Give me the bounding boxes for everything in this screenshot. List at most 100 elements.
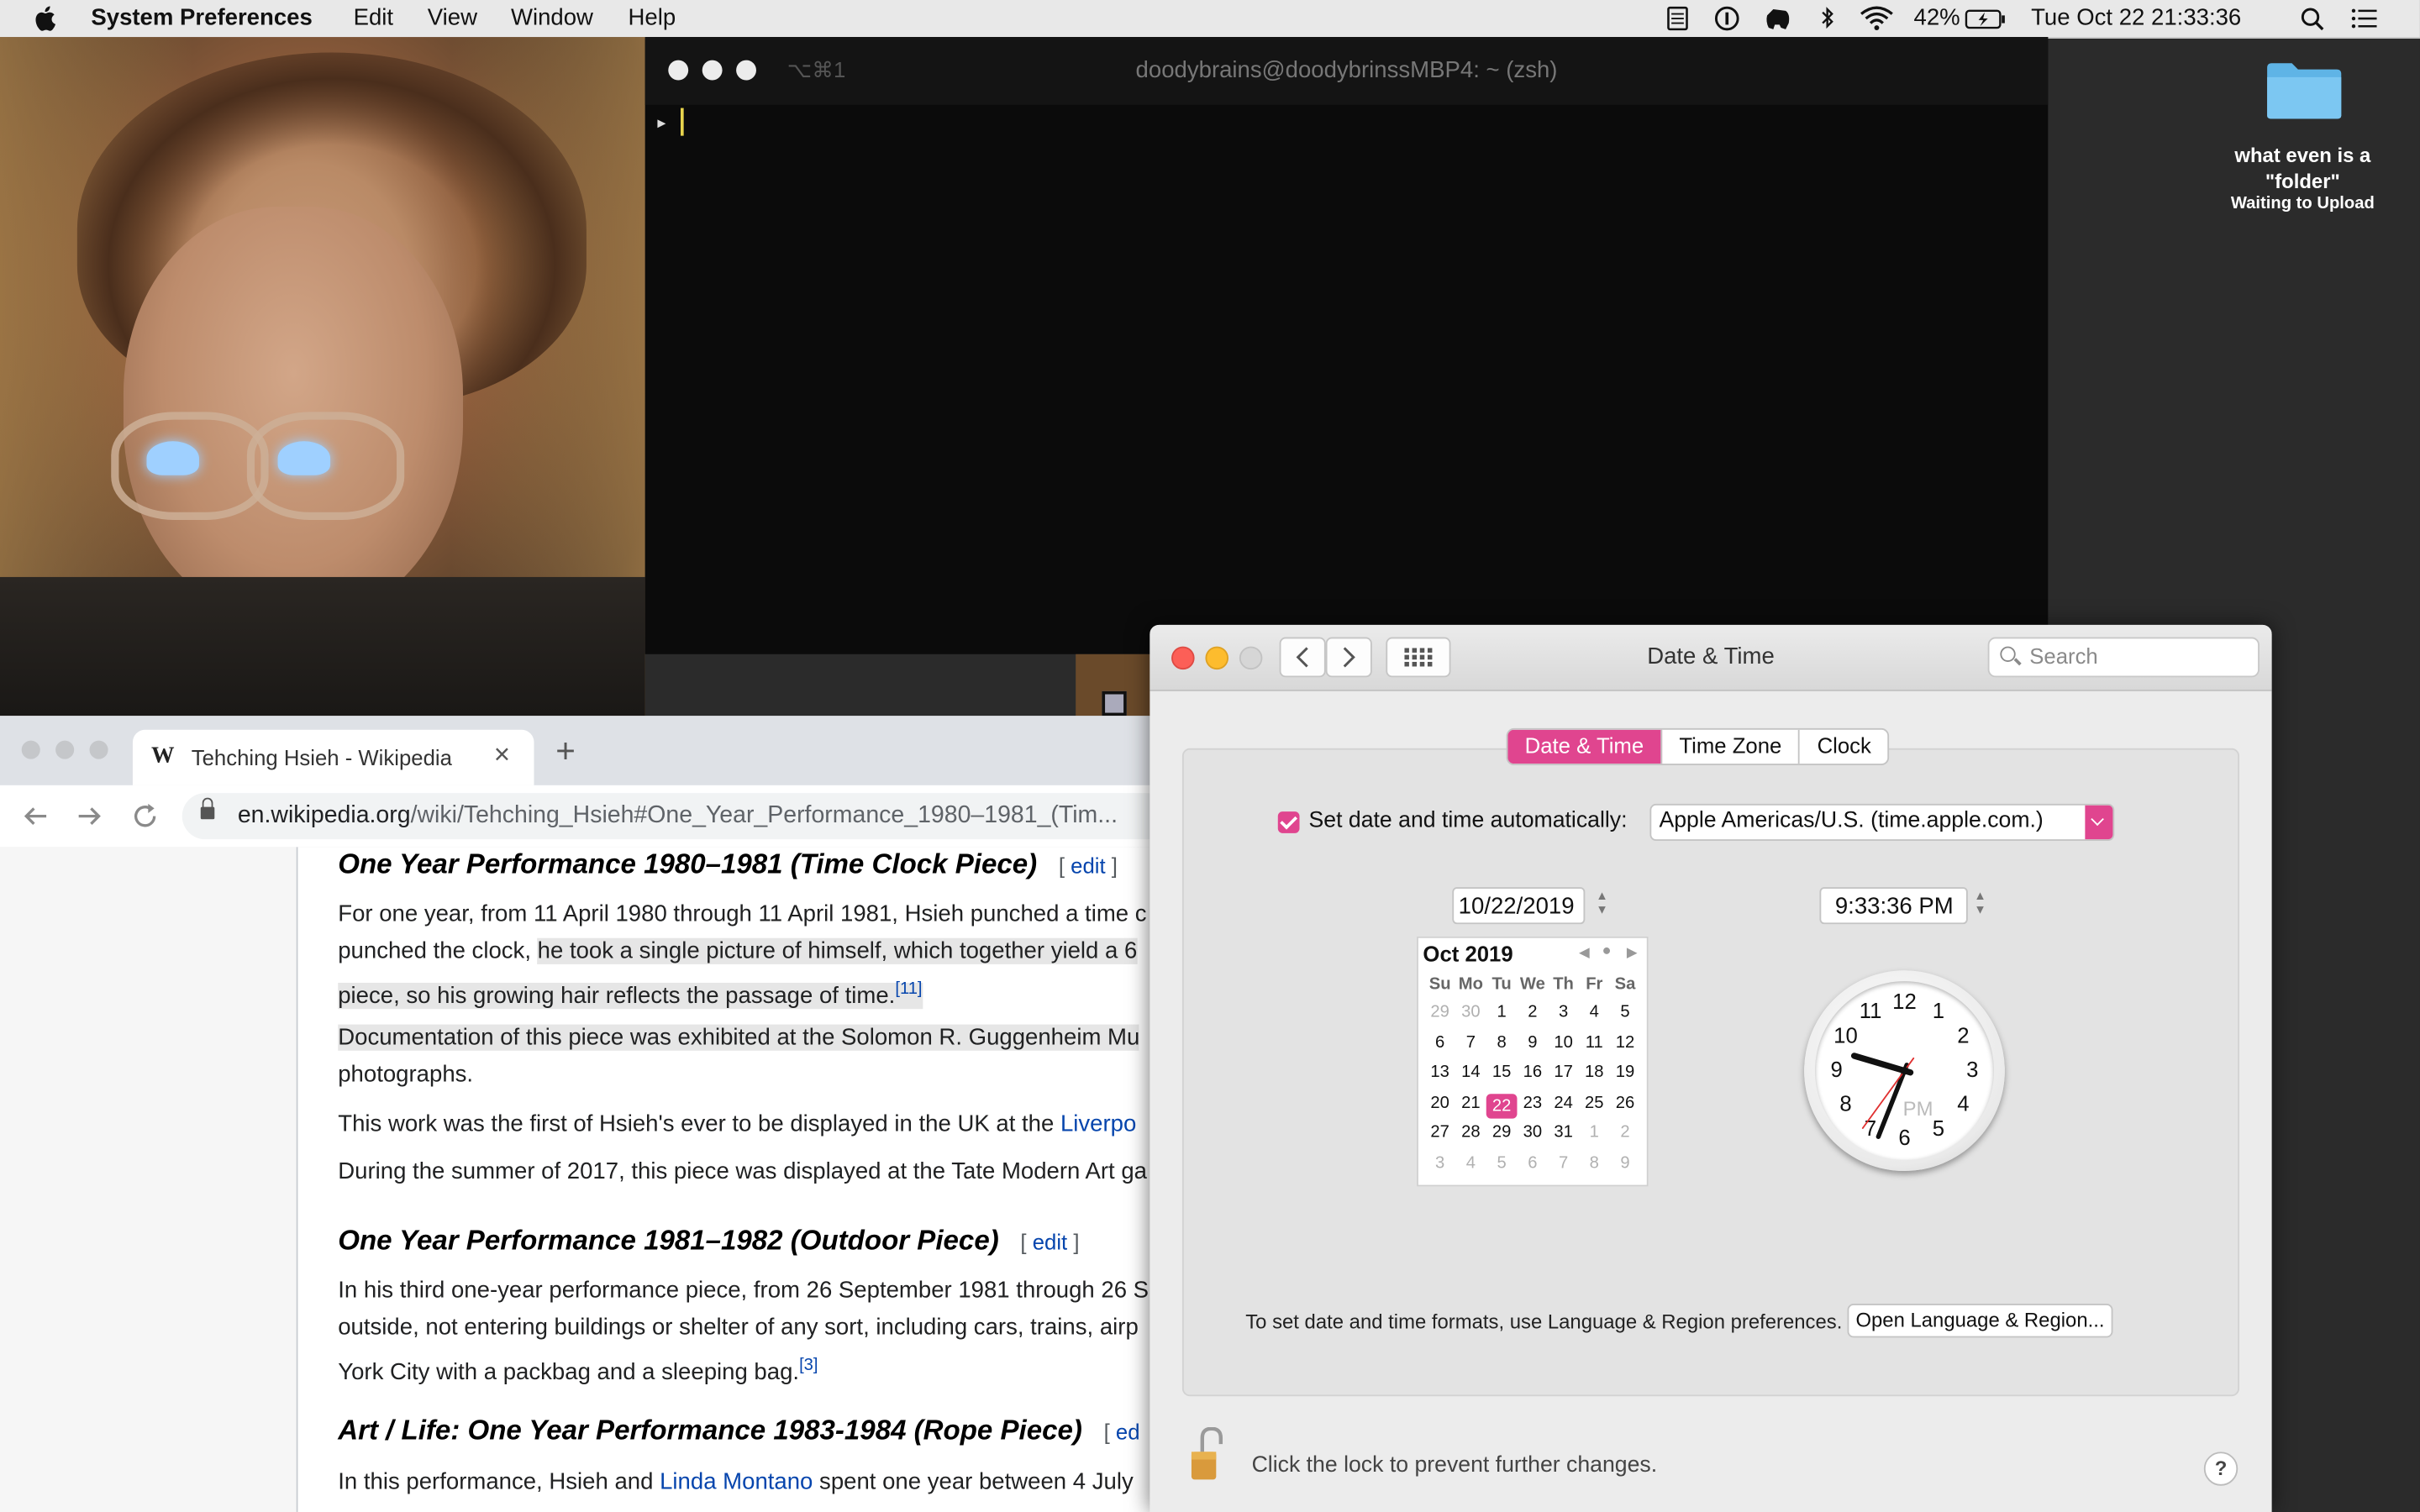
reload-icon[interactable] <box>131 802 159 830</box>
evernote-elephant-icon[interactable] <box>1764 6 1791 30</box>
forward-arrow-icon[interactable] <box>76 802 103 830</box>
calendar-day[interactable]: 23 <box>1517 1093 1548 1111</box>
tab-clock[interactable]: Clock <box>1800 730 1888 764</box>
auto-time-checkbox[interactable] <box>1277 811 1300 833</box>
help-button[interactable]: ? <box>2203 1452 2238 1486</box>
terminal-window[interactable]: ⌥⌘1 doodybrains@doodybrinssMBP4: ~ (zsh)… <box>644 37 2049 654</box>
liverpool-link[interactable]: Liverpo <box>1060 1110 1136 1137</box>
edit-link[interactable]: ed <box>1116 1420 1140 1444</box>
calendar-day[interactable]: 25 <box>1579 1093 1610 1111</box>
browser-zoom-button[interactable] <box>89 740 108 759</box>
folder-icon[interactable] <box>2265 59 2343 120</box>
apple-menu-icon[interactable] <box>34 5 58 33</box>
auto-time-label[interactable]: Set date and time automatically: <box>1309 808 1628 832</box>
calendar-day[interactable]: 28 <box>1455 1123 1486 1142</box>
open-language-region-button[interactable]: Open Language & Region... <box>1847 1304 2113 1338</box>
browser-minimize-button[interactable] <box>55 740 75 759</box>
calendar-day[interactable]: 5 <box>1486 1153 1518 1172</box>
calendar-day[interactable]: 3 <box>1424 1153 1455 1172</box>
calendar-day[interactable]: 15 <box>1486 1063 1518 1081</box>
tab-close-icon[interactable]: × <box>494 739 510 772</box>
edit-link[interactable]: edit <box>1071 853 1105 878</box>
edit-section-link[interactable]: [ edit ] <box>1020 1230 1079 1254</box>
calendar-day[interactable]: 14 <box>1455 1063 1486 1081</box>
new-tab-button[interactable]: + <box>555 732 576 772</box>
menu-edit[interactable]: Edit <box>354 5 393 31</box>
wifi-icon[interactable] <box>1860 6 1893 30</box>
date-stepper-icon[interactable]: ▲ ▼ <box>1594 889 1609 920</box>
sysprefs-search-field[interactable]: Search <box>1987 637 2260 678</box>
linda-montano-link[interactable]: Linda Montano <box>660 1469 813 1495</box>
calendar-day[interactable]: 1 <box>1486 1003 1518 1021</box>
battery-charging-icon[interactable] <box>1965 6 2007 30</box>
calendar-day[interactable]: 21 <box>1455 1093 1486 1111</box>
calendar-day[interactable]: 6 <box>1517 1153 1548 1172</box>
calendar[interactable]: Oct 2019 ◀ ● ▶ Su Mo Tu We Th Fr Sa 29 30 1 2 3 4 5 6 7… <box>1417 936 1649 1187</box>
date-field[interactable]: 10/22/2019 <box>1452 887 1586 925</box>
calendar-day[interactable]: 16 <box>1517 1063 1548 1081</box>
background-window-thumbnail[interactable] <box>1076 654 1154 717</box>
back-arrow-icon[interactable] <box>22 802 50 830</box>
menubar-clock[interactable]: Tue Oct 22 21:33:36 <box>2031 5 2241 31</box>
calendar-day[interactable]: 5 <box>1610 1003 1641 1021</box>
calendar-day[interactable]: 3 <box>1548 1003 1579 1021</box>
calendar-day[interactable]: 20 <box>1424 1093 1455 1111</box>
calendar-day[interactable]: 18 <box>1579 1063 1610 1081</box>
calendar-day[interactable]: 27 <box>1424 1123 1455 1142</box>
system-preferences-window[interactable]: Date & Time Search Date & Time Time Zone… <box>1150 624 2272 1512</box>
terminal-title-bar[interactable]: ⌥⌘1 doodybrains@doodybrinssMBP4: ~ (zsh) <box>644 37 2049 105</box>
time-stepper-icon[interactable]: ▲ ▼ <box>1972 889 1987 920</box>
calendar-day[interactable]: 1 <box>1579 1123 1610 1142</box>
calendar-day[interactable]: 9 <box>1610 1153 1641 1172</box>
calendar-day[interactable]: 8 <box>1579 1153 1610 1172</box>
calendar-day[interactable]: 30 <box>1517 1123 1548 1142</box>
calendar-day[interactable]: 8 <box>1486 1033 1518 1052</box>
menu-help[interactable]: Help <box>629 5 676 31</box>
calendar-day[interactable]: 9 <box>1517 1033 1548 1052</box>
onepassword-icon[interactable] <box>1713 6 1741 31</box>
calendar-day[interactable]: 29 <box>1424 1003 1455 1021</box>
calendar-day[interactable]: 7 <box>1455 1033 1486 1052</box>
tab-time-zone[interactable]: Time Zone <box>1662 729 1801 764</box>
calendar-day[interactable]: 11 <box>1579 1033 1610 1052</box>
address-bar[interactable]: en.wikipedia.org/wiki/Tehching_Hsieh#One… <box>182 793 1171 840</box>
calendar-day[interactable]: 30 <box>1455 1003 1486 1021</box>
calendar-day[interactable]: 4 <box>1579 1003 1610 1021</box>
menu-app-name[interactable]: System Preferences <box>91 5 312 31</box>
sysprefs-title-bar[interactable]: Date & Time Search <box>1150 624 2272 691</box>
calendar-day[interactable]: 12 <box>1610 1033 1641 1052</box>
calendar-day[interactable]: 31 <box>1548 1123 1579 1142</box>
notes-icon[interactable] <box>1664 6 1691 31</box>
menu-window[interactable]: Window <box>511 5 593 31</box>
prev-month-icon[interactable]: ◀ <box>1579 944 1590 961</box>
calendar-day[interactable]: 22 <box>1486 1093 1518 1118</box>
calendar-day[interactable]: 2 <box>1517 1003 1548 1021</box>
browser-window[interactable]: W Tehching Hsieh - Wikipedia × + en.wiki… <box>0 716 1173 1512</box>
calendar-day[interactable]: 24 <box>1548 1093 1579 1111</box>
edit-section-link[interactable]: [ ed <box>1104 1420 1140 1444</box>
notification-center-icon[interactable] <box>2350 6 2378 30</box>
calendar-day[interactable]: 7 <box>1548 1153 1579 1172</box>
edit-section-link[interactable]: [ edit ] <box>1059 853 1118 878</box>
calendar-day[interactable]: 17 <box>1548 1063 1579 1081</box>
url-text[interactable]: en.wikipedia.org/wiki/Tehching_Hsieh#One… <box>238 802 1118 830</box>
citation-link[interactable]: [11] <box>895 979 922 998</box>
calendar-day[interactable]: 4 <box>1455 1153 1486 1172</box>
calendar-day[interactable]: 19 <box>1610 1063 1641 1081</box>
calendar-day[interactable]: 13 <box>1424 1063 1455 1081</box>
calendar-day[interactable]: 2 <box>1610 1123 1641 1142</box>
chevron-down-icon[interactable] <box>2085 805 2113 840</box>
folder-label[interactable]: what even is a "folder" <box>2207 142 2398 194</box>
tab-date-time[interactable]: Date & Time <box>1507 729 1663 764</box>
time-field[interactable]: 9:33:36 PM <box>1819 887 1968 925</box>
bluetooth-icon[interactable] <box>1813 6 1841 30</box>
menu-view[interactable]: View <box>428 5 477 31</box>
spotlight-search-icon[interactable] <box>2300 6 2328 31</box>
unlocked-padlock-icon[interactable] <box>1190 1426 1223 1483</box>
browser-close-button[interactable] <box>21 740 40 759</box>
today-dot-icon[interactable]: ● <box>1602 942 1611 959</box>
secure-lock-icon[interactable] <box>200 797 215 820</box>
browser-tab-strip[interactable]: W Tehching Hsieh - Wikipedia × + <box>0 716 1173 785</box>
next-month-icon[interactable]: ▶ <box>1627 944 1638 961</box>
edit-link[interactable]: edit <box>1033 1230 1067 1254</box>
